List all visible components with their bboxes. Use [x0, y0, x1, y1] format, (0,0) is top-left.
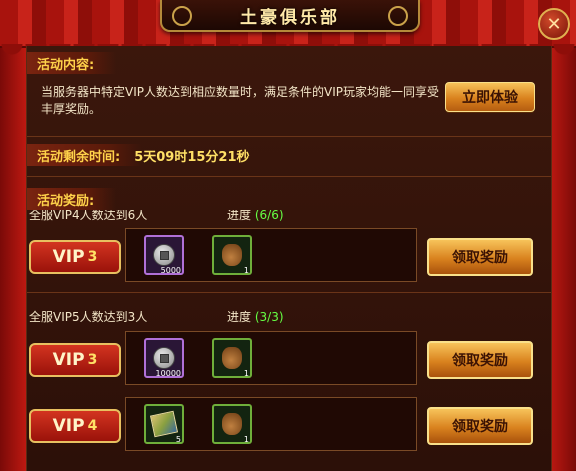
divider	[27, 176, 551, 177]
content-label: 活动内容:	[27, 52, 117, 74]
reward-group-header: 全服VIP4人数达到6人 进度 (6/6)	[27, 210, 551, 224]
claim-reward-button[interactable]: 领取奖励	[427, 238, 533, 276]
reward-items: 5 1	[125, 397, 417, 451]
divider	[27, 292, 551, 293]
reward-item[interactable]: 1	[212, 404, 252, 444]
window-title: 土豪俱乐部	[240, 7, 340, 28]
reward-items: 5000 1	[125, 228, 417, 282]
reward-row: VIP 3 5000 1 领取奖励	[27, 228, 551, 284]
claim-reward-button[interactable]: 领取奖励	[427, 407, 533, 445]
silver-coin-icon	[153, 244, 175, 266]
claim-reward-button[interactable]: 领取奖励	[427, 341, 533, 379]
group-condition: 全服VIP4人数达到6人	[29, 210, 148, 222]
vip-badge: VIP 3	[29, 343, 121, 377]
group-progress: 进度 (3/3)	[227, 310, 284, 324]
close-button[interactable]: ✕	[538, 8, 570, 40]
ornament-icon	[388, 6, 408, 26]
main-panel: 活动内容: 当服务器中特定VIP人数达到相应数量时，满足条件的VIP玩家均能一同…	[26, 46, 552, 471]
time-label: 活动剩余时间:	[27, 144, 143, 166]
ornament-icon	[172, 6, 192, 26]
reward-list[interactable]: 全服VIP4人数达到6人 进度 (6/6) VIP 3 5000 1 领取奖励 全…	[27, 210, 551, 471]
close-icon: ✕	[546, 13, 562, 35]
reward-item[interactable]: 5000	[144, 235, 184, 275]
reward-item[interactable]: 1	[212, 338, 252, 378]
reward-row: VIP 3 10000 1 领取奖励	[27, 331, 551, 387]
club-event-window: 土豪俱乐部 ✕ 活动内容: 当服务器中特定VIP人数达到相应数量时，满足条件的V…	[0, 0, 576, 471]
silver-coin-icon	[153, 347, 175, 369]
money-bag-icon	[222, 413, 242, 435]
money-bag-icon	[222, 244, 242, 266]
event-description: 当服务器中特定VIP人数达到相应数量时，满足条件的VIP玩家均能一同享受丰厚奖励…	[41, 85, 439, 116]
time-remaining: 5天09时15分21秒	[134, 149, 250, 165]
divider	[27, 136, 551, 137]
treasure-map-icon	[149, 410, 179, 438]
money-bag-icon	[222, 347, 242, 369]
vip-badge: VIP 4	[29, 409, 121, 443]
reward-item[interactable]: 1	[212, 235, 252, 275]
group-progress: 进度 (6/6)	[227, 210, 284, 222]
reward-group-header: 全服VIP5人数达到3人 进度 (3/3)	[27, 306, 551, 326]
reward-item[interactable]: 5	[144, 404, 184, 444]
title-banner: 土豪俱乐部	[160, 0, 420, 32]
reward-item[interactable]: 10000	[144, 338, 184, 378]
group-condition: 全服VIP5人数达到3人	[29, 310, 148, 324]
time-row: 活动剩余时间: 5天09时15分21秒	[27, 144, 551, 166]
reward-items: 10000 1	[125, 331, 417, 385]
reward-row: VIP 4 5 1 领取奖励	[27, 397, 551, 453]
try-now-button[interactable]: 立即体验	[445, 82, 535, 112]
vip-badge: VIP 3	[29, 240, 121, 274]
reward-label: 活动奖励:	[27, 188, 117, 210]
